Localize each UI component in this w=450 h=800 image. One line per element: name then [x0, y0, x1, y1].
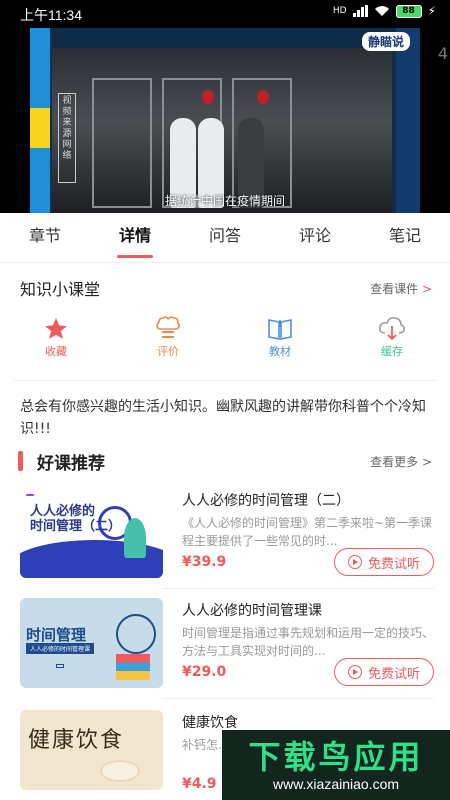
battery-icon: 88	[395, 4, 422, 18]
download-icon	[379, 317, 405, 341]
divider	[14, 380, 436, 381]
video-player[interactable]: 视频来源网络 静瞄说 据统计中国在疫情期间	[30, 28, 420, 213]
side-digit: 4	[437, 44, 448, 63]
chevron-right-icon: >	[421, 454, 432, 469]
video-frame-strip	[30, 108, 50, 148]
video-subtitle: 据统计中国在疫情期间	[164, 194, 285, 208]
cache-label: 缓存	[381, 345, 403, 358]
tab-notes[interactable]: 笔记	[360, 213, 450, 262]
knowledge-title: 知识小课堂	[20, 280, 101, 299]
course-price: ¥4.9	[182, 776, 217, 792]
free-trial-label: 免费试听	[367, 556, 420, 572]
ad-watermark: 下载鸟应用 www.xiazainiao.com	[222, 730, 450, 800]
tab-qa[interactable]: 问答	[180, 213, 270, 262]
books-icon	[116, 654, 150, 680]
status-bar: 上午11:34 HD 88 ⚡	[0, 0, 450, 26]
tab-details[interactable]: 详情	[90, 213, 180, 262]
thumb-pill	[26, 494, 34, 496]
review-label: 评价	[157, 345, 179, 358]
video-scene	[52, 48, 392, 213]
tab-chapters[interactable]: 章节	[0, 213, 90, 262]
book-icon	[268, 319, 292, 340]
video-brand: 静瞄说	[361, 32, 410, 51]
course-title[interactable]: 健康饮食	[182, 712, 238, 732]
course-thumbnail[interactable]: 健康饮食	[20, 710, 163, 790]
divider	[162, 588, 434, 589]
course-price: ¥29.0	[182, 664, 227, 680]
video-area: 上午11:34 HD 88 ⚡ 视频来源网络 静瞄说 据统计中国在疫情期间 4	[0, 0, 450, 213]
cache-button[interactable]: 缓存	[336, 315, 448, 367]
course-desc: 时间管理是指通过事先规划和运用一定的技巧、方法与工具实现对时间的...	[182, 626, 434, 658]
divider	[162, 698, 434, 699]
view-courseware-label: 查看课件	[370, 281, 419, 296]
course-thumbnail[interactable]: 时间管理 人人必修的时间管理课	[20, 598, 163, 688]
free-trial-button[interactable]: 免费试听	[334, 548, 434, 576]
tab-comments[interactable]: 评论	[270, 213, 360, 262]
course-title[interactable]: 人人必修的时间管理课	[182, 600, 322, 620]
free-trial-label: 免费试听	[367, 666, 420, 682]
textbook-button[interactable]: 教材	[224, 315, 336, 367]
knowledge-header: 知识小课堂 查看课件 >	[20, 275, 432, 301]
star-icon	[45, 318, 67, 339]
course-item[interactable]: 时间管理 人人必修的时间管理课 人人必修的时间管理课 时间管理是指通过事先规划和…	[20, 598, 434, 690]
thumb-title-line1: 健康饮食	[28, 728, 125, 753]
thumb-title-line1: 时间管理	[26, 626, 87, 644]
food-image	[100, 760, 140, 782]
view-more-link[interactable]: 查看更多 >	[370, 453, 432, 470]
chat-icon	[156, 316, 181, 338]
course-title[interactable]: 人人必修的时间管理（二）	[182, 490, 350, 510]
thumb-tag	[56, 664, 64, 668]
course-price: ¥39.9	[182, 554, 227, 570]
view-more-label: 查看更多	[370, 454, 419, 469]
tab-bar: 章节 详情 问答 评论 笔记	[0, 213, 450, 263]
review-button[interactable]: 评价	[112, 315, 224, 367]
course-description: 总会有你感兴趣的生活小知识。幽默风趣的讲解带你科普个个冷知识!!!	[20, 399, 426, 437]
course-desc: 《人人必修的时间管理》第二季来啦~第一季课程主要提供了一些常见的时...	[182, 516, 433, 548]
free-trial-button[interactable]: 免费试听	[334, 658, 434, 686]
ad-logo: 下载鸟应用	[248, 738, 424, 776]
recommend-title: 好课推荐	[37, 453, 105, 474]
view-courseware-link[interactable]: 查看课件 >	[370, 280, 432, 297]
chevron-right-icon: >	[421, 281, 432, 296]
thumb-title-line1: 人人必修的	[30, 504, 96, 519]
video-watermark: 视频来源网络	[58, 93, 76, 183]
thumb-title-line2: 人人必修的时间管理课	[26, 643, 95, 654]
network-label: HD	[332, 5, 347, 16]
favorite-label: 收藏	[45, 345, 67, 358]
signal-icon	[352, 5, 368, 17]
charging-icon: ⚡	[427, 4, 436, 18]
play-icon	[347, 665, 362, 679]
status-time: 上午11:34	[20, 7, 82, 23]
recommend-header: 好课推荐 查看更多 >	[18, 448, 432, 474]
clock-icon	[116, 614, 156, 654]
course-item[interactable]: 人人必修的 时间管理（二） 人人必修的时间管理（二） 《人人必修的时间管理》第二季…	[20, 488, 434, 580]
play-icon	[347, 555, 362, 569]
section-marker	[18, 451, 23, 471]
favorite-button[interactable]: 收藏	[0, 315, 112, 367]
thumb-title-line2: 时间管理（二）	[30, 519, 122, 534]
textbook-label: 教材	[269, 345, 291, 358]
ad-url: www.xiazainiao.com	[272, 776, 400, 792]
wifi-icon	[374, 6, 389, 16]
video-frame-right	[396, 28, 420, 213]
action-row: 收藏 评价 教材 缓存	[0, 315, 450, 367]
course-thumbnail[interactable]: 人人必修的 时间管理（二）	[20, 488, 163, 578]
